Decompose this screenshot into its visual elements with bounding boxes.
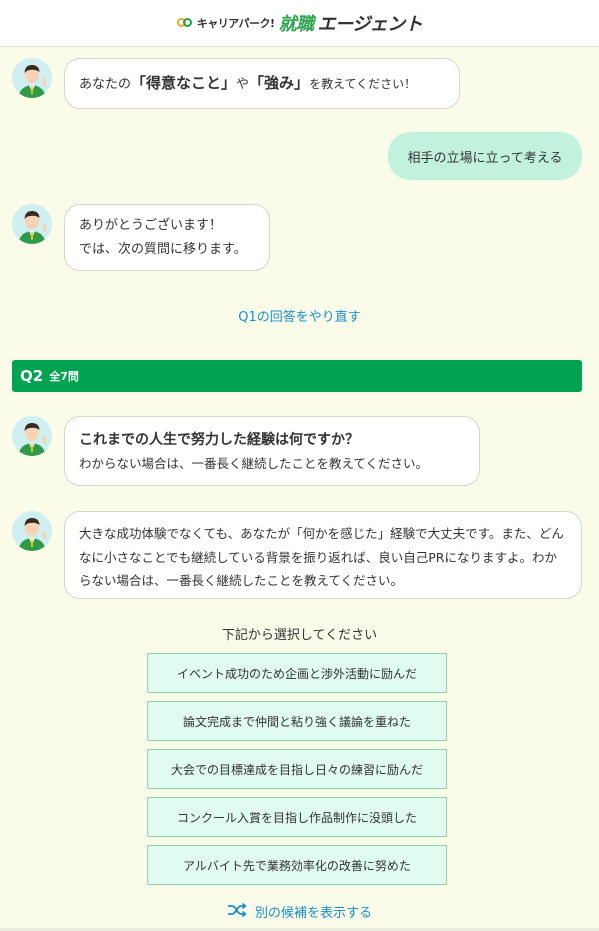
thanks-line-2: では、次の質問に移ります。 bbox=[79, 242, 247, 257]
logo-mark-icon bbox=[176, 17, 192, 29]
q1-prompt-mid: や bbox=[236, 77, 250, 92]
logo-brand-dark: エージェント bbox=[317, 14, 423, 35]
choice-button[interactable]: コンクール入賞を目指し作品制作に没頭した bbox=[147, 797, 447, 837]
advisor-avatar-icon bbox=[12, 511, 52, 551]
redo-q1-link[interactable]: Q1の回答をやり直す bbox=[0, 306, 599, 325]
question-number: Q2 bbox=[20, 367, 44, 385]
advisor-avatar-icon bbox=[12, 416, 52, 456]
app-header: キャリアパーク! 就職 エージェント bbox=[0, 0, 599, 47]
advisor-avatar-icon bbox=[12, 58, 52, 98]
shuffle-icon bbox=[227, 902, 247, 921]
show-other-candidates-button[interactable]: 別の候補を表示する bbox=[0, 902, 599, 921]
q1-prompt-bold-1: 「得意なこと」 bbox=[131, 74, 237, 92]
choice-button[interactable]: 大会での目標達成を目指し日々の練習に励んだ bbox=[147, 749, 447, 789]
choice-button[interactable]: イベント成功のため企画と渉外活動に励んだ bbox=[147, 653, 447, 693]
thanks-line-1: ありがとうございます！ bbox=[79, 218, 223, 233]
choices-label: 下記から選択してください bbox=[221, 628, 378, 643]
advisor-message-hint: 大きな成功体験でなくても、あなたが「何かを感じた」経験で大丈夫です。また、どんな… bbox=[64, 511, 582, 599]
shuffle-label: 別の候補を表示する bbox=[254, 906, 372, 921]
q1-prompt-bold-2: 「強み」 bbox=[249, 74, 310, 92]
advisor-message-q2: これまでの人生で努力した経験は何ですか？ わからない場合は、一番長く継続したこと… bbox=[64, 416, 480, 486]
q2-subtitle: わからない場合は、一番長く継続したことを教えてください。 bbox=[79, 456, 429, 471]
q1-prompt-post: を教えてください！ bbox=[309, 77, 417, 91]
advisor-message-thanks: ありがとうございます！ では、次の質問に移ります。 bbox=[64, 204, 270, 271]
question-total: 全7問 bbox=[49, 370, 79, 383]
user-answer-bubble: 相手の立場に立って考える bbox=[388, 132, 582, 180]
logo[interactable]: キャリアパーク! 就職 エージェント bbox=[176, 10, 423, 36]
advisor-avatar-icon bbox=[12, 204, 52, 244]
advisor-message-q1: あなたの「得意なこと」や「強み」を教えてください！ bbox=[64, 58, 460, 109]
choice-button[interactable]: 論文完成まで仲間と粘り強く議論を重ねた bbox=[147, 701, 447, 741]
q1-prompt-pre: あなたの bbox=[79, 77, 132, 92]
question-header: Q2 全7問 bbox=[12, 360, 582, 392]
logo-brand-small: キャリアパーク! bbox=[196, 17, 275, 30]
q2-title: これまでの人生で努力した経験は何ですか？ bbox=[79, 432, 359, 448]
logo-brand-green: 就職 bbox=[278, 14, 315, 35]
choice-button[interactable]: アルバイト先で業務効率化の改善に努めた bbox=[147, 845, 447, 885]
